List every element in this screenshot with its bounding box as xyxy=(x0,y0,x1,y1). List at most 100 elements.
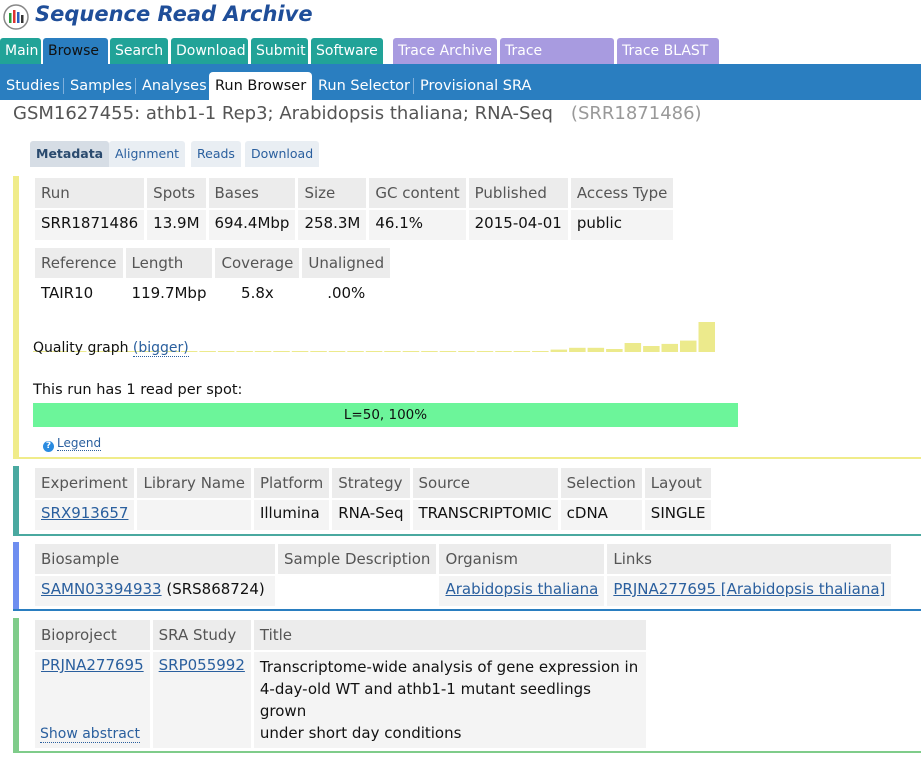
table-header-row: Run Spots Bases Size GC content Publishe… xyxy=(35,178,674,208)
col-spots: Spots xyxy=(147,178,206,208)
quality-bar xyxy=(513,351,531,352)
run-section: Run Spots Bases Size GC content Publishe… xyxy=(13,176,921,459)
run-accession: (SRR1871486) xyxy=(570,103,702,124)
col-length: Length xyxy=(125,248,213,278)
bioproject-link[interactable]: PRJNA277695 xyxy=(41,656,144,674)
subnav-samples[interactable]: Samples xyxy=(64,72,138,100)
brand-title[interactable]: Sequence Read Archive xyxy=(35,2,313,26)
quality-bar xyxy=(347,351,364,352)
quality-bar xyxy=(495,351,512,352)
experiment-link[interactable]: SRX913657 xyxy=(41,504,128,522)
nav-main[interactable]: Main xyxy=(0,38,41,64)
title-line: 4-day-old WT and athb1-1 mutant seedling… xyxy=(259,680,591,720)
table-row: SRX913657 Illumina RNA-Seq TRANSCRIPTOMI… xyxy=(35,500,712,530)
col-library-name: Library Name xyxy=(137,468,251,498)
subnav-analyses[interactable]: Analyses xyxy=(136,72,213,100)
size-cell: 258.3M xyxy=(298,210,367,240)
subnav-studies[interactable]: Studies xyxy=(0,72,66,100)
bioproject-organism-link[interactable]: PRJNA277695 [Arabidopsis thaliana] xyxy=(613,580,885,598)
source-cell: TRANSCRIPTOMIC xyxy=(412,500,558,530)
experiment-table: Experiment Library Name Platform Strateg… xyxy=(32,466,714,532)
col-biosample: Biosample xyxy=(35,544,275,574)
nav-trace-assembly[interactable]: Trace Assembly xyxy=(500,38,614,85)
nav-trace-archive[interactable]: Trace Archive xyxy=(393,38,497,64)
run-accession-cell: SRR1871486 xyxy=(35,210,145,240)
coverage-cell: 5.8x xyxy=(241,284,274,302)
col-platform: Platform xyxy=(253,468,330,498)
legend-link[interactable]: Legend xyxy=(57,436,102,451)
quality-bar xyxy=(550,349,568,352)
col-organism: Organism xyxy=(439,544,605,574)
quality-label-text: Quality graph xyxy=(33,340,129,356)
study-cell: SRP055992 xyxy=(152,652,251,748)
quality-bar xyxy=(680,340,697,352)
section-rule xyxy=(13,609,921,611)
bases-cell: 694.4Mbp xyxy=(208,210,296,240)
table-header-row: Reference Length Coverage Unaligned xyxy=(35,248,391,278)
col-sra-study: SRA Study xyxy=(152,620,251,650)
biosample-cell: SAMN03394933 (SRS868724) xyxy=(35,576,275,606)
quality-bar xyxy=(661,343,678,352)
section-bar xyxy=(13,542,19,611)
col-unaligned: Unaligned xyxy=(302,248,391,278)
col-gc-content: GC content xyxy=(369,178,466,208)
quality-bar xyxy=(365,351,383,352)
sra-study-link[interactable]: SRP055992 xyxy=(159,656,245,674)
tab-metadata[interactable]: Metadata xyxy=(30,141,110,167)
show-abstract-link[interactable]: Show abstract xyxy=(40,726,140,743)
biosample-link[interactable]: SAMN03394933 xyxy=(41,580,162,598)
col-size: Size xyxy=(298,178,367,208)
nav-browse[interactable]: Browse xyxy=(43,38,108,64)
tab-reads[interactable]: Reads xyxy=(191,141,241,167)
section-bar xyxy=(13,466,19,536)
run-table: Run Spots Bases Size GC content Publishe… xyxy=(32,176,676,242)
access-cell: public xyxy=(570,210,674,240)
subnav-run-selector[interactable]: Run Selector xyxy=(312,72,416,100)
top-nav: Main Browse Search Download Submit Softw… xyxy=(0,38,921,85)
nav-search[interactable]: Search xyxy=(110,38,168,64)
biosample-table: Biosample Sample Description Organism Li… xyxy=(32,542,894,608)
quality-bar xyxy=(698,322,715,352)
nav-submit[interactable]: Submit xyxy=(251,38,308,64)
nav-download[interactable]: Download xyxy=(171,38,248,64)
table-row: SRR1871486 13.9M 694.4Mbp 258.3M 46.1% 2… xyxy=(35,210,674,240)
tab-alignment[interactable]: Alignment xyxy=(109,141,186,167)
quality-bar xyxy=(532,351,549,352)
col-title: Title xyxy=(253,620,646,650)
sra-logo-icon xyxy=(3,4,29,30)
col-run: Run xyxy=(35,178,145,208)
quality-bar xyxy=(328,351,346,352)
quality-bar xyxy=(569,347,586,352)
table-row: TAIR10 119.7Mbp 5.8x .00% xyxy=(35,280,390,310)
quality-bar xyxy=(384,351,401,352)
sra-sample-id: (SRS868724) xyxy=(161,580,265,598)
header: Sequence Read Archive xyxy=(0,0,921,38)
nav-trace-blast[interactable]: Trace BLAST xyxy=(617,38,719,64)
legend[interactable]: ? Legend xyxy=(43,436,102,452)
quality-bar xyxy=(587,347,605,352)
title-line: Transcriptome-wide analysis of gene expr… xyxy=(259,658,639,676)
section-rule xyxy=(13,751,921,753)
subnav-provisional-sra[interactable]: Provisional SRA xyxy=(414,72,537,100)
biosample-section: Biosample Sample Description Organism Li… xyxy=(13,542,921,611)
bigger-link[interactable]: (bigger) xyxy=(132,340,189,357)
section-bar xyxy=(13,176,19,459)
sub-nav: Studies Samples Analyses Run Browser Run… xyxy=(0,64,921,100)
organism-link[interactable]: Arabidopsis thaliana xyxy=(445,580,598,598)
section-rule xyxy=(13,534,921,536)
section-bar xyxy=(13,618,19,753)
nav-software[interactable]: Software xyxy=(311,38,383,64)
experiment-cell: SRX913657 xyxy=(35,500,135,530)
show-abstract[interactable]: Show abstract xyxy=(40,726,140,743)
quality-bar xyxy=(291,351,309,352)
quality-bar xyxy=(458,351,475,352)
tab-download[interactable]: Download xyxy=(245,141,320,167)
section-rule xyxy=(13,457,921,459)
col-strategy: Strategy xyxy=(332,468,410,498)
col-access-type: Access Type xyxy=(570,178,674,208)
bioproject-section: Bioproject SRA Study Title PRJNA277695 S… xyxy=(13,618,921,753)
unaligned-cell: .00% xyxy=(327,284,366,302)
col-layout: Layout xyxy=(644,468,712,498)
subnav-run-browser[interactable]: Run Browser xyxy=(209,72,313,100)
selection-cell: cDNA xyxy=(560,500,642,530)
